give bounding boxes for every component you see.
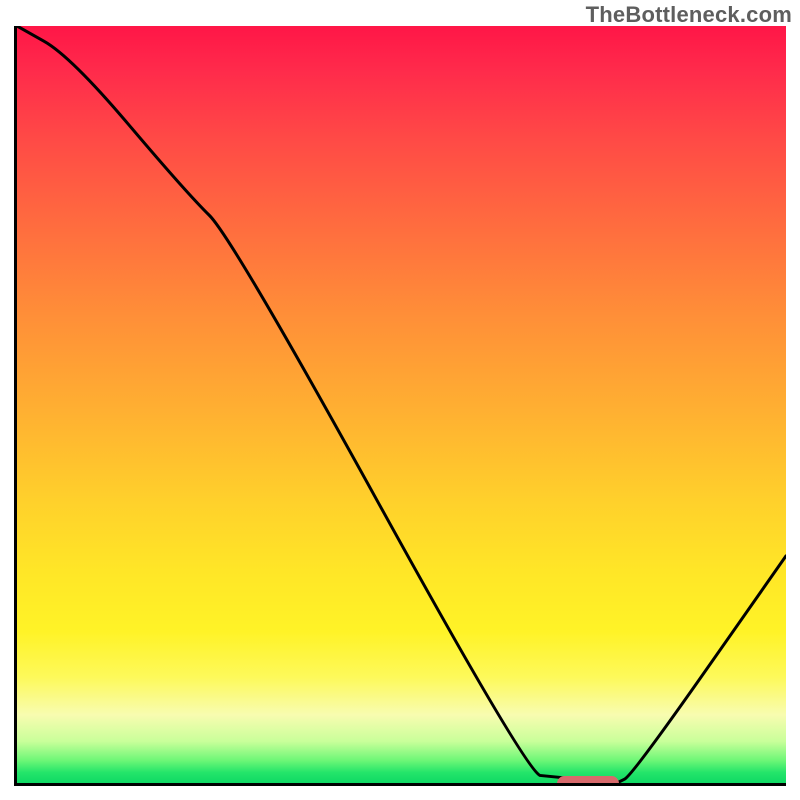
plot-area: [14, 26, 786, 786]
watermark-text: TheBottleneck.com: [586, 2, 792, 28]
bottleneck-curve: [17, 26, 786, 783]
chart-frame: TheBottleneck.com: [0, 0, 800, 800]
optimal-range-marker: [557, 776, 619, 786]
curve-path: [17, 26, 786, 783]
